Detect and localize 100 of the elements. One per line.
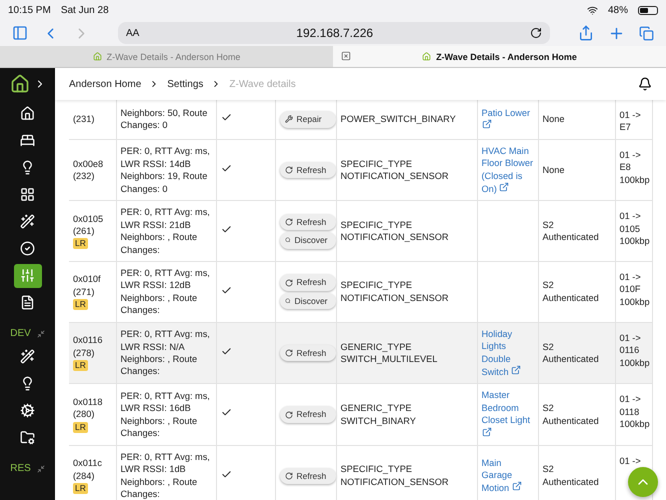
route-text: 01 -> 010F 100kbp bbox=[620, 271, 648, 308]
device-type: SPECIFIC_TYPE NOTIFICATION_SENSOR bbox=[340, 218, 450, 244]
device-link[interactable]: Holiday Lights Double Switch bbox=[482, 328, 534, 378]
route-text: 01 -> E8 100kbp bbox=[620, 148, 648, 186]
home-icon bbox=[20, 106, 35, 121]
device-type: POWER_SWITCH_BINARY bbox=[340, 113, 457, 126]
refresh-icon bbox=[284, 278, 292, 287]
security-text: None bbox=[542, 113, 566, 126]
magic-wand-icon bbox=[20, 214, 35, 229]
stats-text: PER: 0, RTT Avg: ms, LWR RSSI: 1dB Neighbors: , Route Changes: bbox=[120, 450, 211, 500]
clock-time: 10:15 PM bbox=[8, 4, 51, 16]
security-text: S2 Authenticated bbox=[542, 279, 600, 304]
security-text: S2 Authenticated bbox=[542, 218, 600, 244]
url-text: 192.168.7.226 bbox=[295, 26, 374, 40]
logo-icon[interactable] bbox=[10, 74, 30, 94]
battery-percent: 48% bbox=[608, 4, 628, 16]
stats-text: PER: 0, RTT Avg: ms, LWR RSSI: 16dB Neighbors: , Route Changes: bbox=[120, 390, 211, 440]
refresh-button[interactable]: Refresh bbox=[280, 162, 336, 178]
security-text: S2 Authenticated bbox=[542, 402, 600, 428]
stats-text: PER: 0, RTT Avg: ms, LWR RSSI: 12dB Neighbors: , Route Changes: bbox=[120, 267, 211, 317]
discover-button[interactable]: Discover bbox=[280, 232, 336, 249]
device-link[interactable]: Master Bedroom Closet Light bbox=[482, 389, 534, 440]
document-icon bbox=[20, 295, 35, 310]
sidebar-item[interactable] bbox=[14, 264, 42, 288]
sidebar-toggle-icon[interactable] bbox=[12, 25, 28, 41]
refresh-button[interactable]: Refresh bbox=[280, 274, 336, 291]
battery-icon bbox=[638, 6, 658, 14]
security-text: None bbox=[542, 164, 566, 176]
address-bar[interactable]: AA 192.168.7.226 bbox=[118, 22, 550, 44]
device-type: GENERIC_TYPE SWITCH_BINARY bbox=[340, 402, 417, 428]
lr-badge: LR bbox=[73, 238, 88, 250]
lr-badge: LR bbox=[73, 422, 88, 433]
route-text: 01 -> E7 bbox=[620, 109, 642, 134]
section-label: RES bbox=[10, 463, 31, 474]
lightbulb-icon bbox=[20, 160, 35, 175]
device-link[interactable]: Main Garage Motion bbox=[482, 456, 534, 495]
tabs-icon[interactable] bbox=[639, 26, 654, 40]
collapse-icon[interactable] bbox=[36, 330, 45, 338]
external-link-icon bbox=[499, 182, 510, 192]
node-number: (284) bbox=[73, 470, 96, 482]
stats-text: PER: 0, RTT Avg: ms, LWR RSSI: N/A Neighbors: , Route Changes: bbox=[120, 328, 211, 378]
device-link[interactable]: Patio Lower bbox=[482, 106, 534, 132]
notifications-icon[interactable] bbox=[638, 77, 652, 91]
node-id: 0x010f bbox=[73, 273, 102, 286]
device-link[interactable]: HVAC Main Floor Blower (Closed is On) bbox=[482, 144, 534, 196]
site-logo-icon bbox=[422, 52, 432, 61]
device-type: SPECIFIC_TYPE NOTIFICATION_SENSOR bbox=[340, 279, 450, 304]
browser-tab[interactable]: Z-Wave Details - Anderson Home bbox=[333, 46, 666, 67]
text-size-button[interactable]: AA bbox=[126, 28, 140, 38]
folder-icon bbox=[20, 430, 35, 445]
refresh-button[interactable]: Refresh bbox=[280, 468, 336, 484]
check-circle-icon bbox=[20, 241, 35, 256]
refresh-button[interactable]: Refresh bbox=[280, 214, 336, 230]
close-icon[interactable] bbox=[341, 51, 351, 61]
node-number: (231) bbox=[73, 113, 96, 126]
route-text: 01 -> 0105 100kbp bbox=[620, 210, 648, 248]
lr-badge: LR bbox=[73, 360, 88, 372]
refresh-icon bbox=[284, 218, 292, 226]
device-type: GENERIC_TYPE SWITCH_MULTILEVEL bbox=[340, 340, 438, 366]
settings-icon bbox=[20, 403, 35, 418]
node-number: (280) bbox=[73, 408, 96, 421]
repair-button[interactable]: Repair bbox=[280, 111, 336, 128]
refresh-icon bbox=[284, 410, 292, 419]
node-id: 0x0118 bbox=[73, 396, 104, 408]
external-link-icon bbox=[482, 118, 492, 129]
repair-icon bbox=[284, 115, 292, 124]
route-text: 01 -> 0118 100kbp bbox=[620, 393, 648, 431]
route-text: 01 -> 0116 100kbp bbox=[620, 332, 648, 369]
collapse-icon[interactable] bbox=[36, 464, 45, 472]
site-logo-icon bbox=[92, 52, 102, 61]
refresh-icon bbox=[284, 166, 292, 174]
node-number: (261) bbox=[73, 225, 96, 238]
node-id: 0x011c bbox=[73, 457, 103, 470]
device-type: SPECIFIC_TYPE NOTIFICATION_SENSOR bbox=[340, 158, 450, 183]
refresh-button[interactable]: Refresh bbox=[280, 344, 336, 362]
node-id: 0x0116 bbox=[73, 334, 104, 347]
grid-icon bbox=[20, 187, 35, 202]
stats-text: PER: 0, RTT Avg: ms, LWR RSSI: 21dB Neighbors: , Route Changes: bbox=[120, 206, 211, 256]
stats-text: Neighbors: 50, Route Changes: 0 bbox=[120, 107, 208, 132]
lr-badge: LR bbox=[73, 299, 88, 310]
reload-icon[interactable] bbox=[530, 27, 542, 39]
stats-text: PER: 0, RTT Avg: ms, LWR RSSI: 14dB Neighbors: 19, Route Changes: 0 bbox=[120, 145, 211, 195]
node-number: (232) bbox=[73, 170, 96, 183]
node-id: 0x0105 bbox=[73, 212, 104, 226]
share-icon[interactable] bbox=[578, 25, 594, 41]
breadcrumb-link[interactable]: Settings bbox=[167, 78, 204, 90]
date-text: Sat Jun 28 bbox=[60, 4, 109, 16]
node-number: (271) bbox=[73, 286, 96, 298]
sliders-icon bbox=[20, 268, 35, 283]
node-id: 0x00e8 bbox=[73, 158, 104, 170]
discover-button[interactable]: Discover bbox=[280, 292, 336, 310]
refresh-icon bbox=[284, 349, 292, 357]
wifi-icon bbox=[586, 4, 598, 16]
breadcrumb-link[interactable]: Anderson Home bbox=[69, 78, 142, 90]
refresh-button[interactable]: Refresh bbox=[280, 406, 336, 423]
external-link-icon bbox=[511, 364, 522, 375]
lr-badge: LR bbox=[73, 482, 88, 494]
section-label: DEV bbox=[10, 328, 31, 339]
bed-icon bbox=[20, 133, 35, 148]
security-text: S2 Authenticated bbox=[542, 340, 600, 366]
